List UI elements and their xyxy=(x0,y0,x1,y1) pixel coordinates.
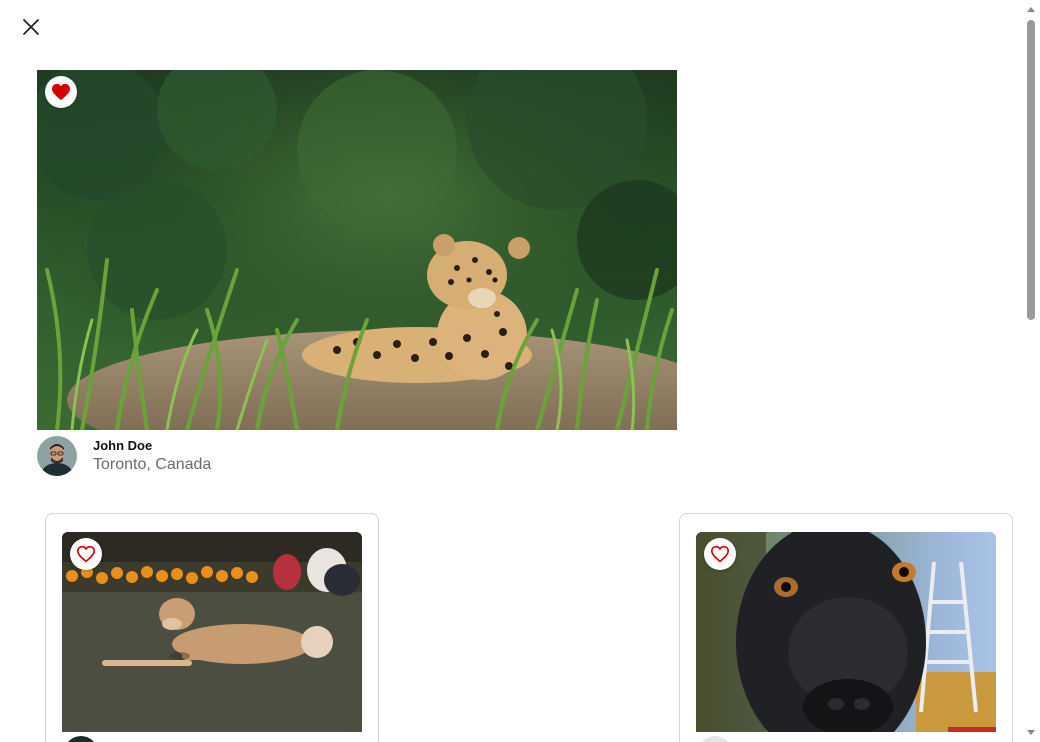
avatar[interactable] xyxy=(64,736,98,742)
card-photo[interactable] xyxy=(696,532,996,732)
main-photo[interactable] xyxy=(37,70,677,430)
avatar[interactable] xyxy=(37,436,77,476)
card-photo[interactable] xyxy=(62,532,362,732)
close-button[interactable] xyxy=(18,14,44,40)
author-info: John Doe Toronto, Canada xyxy=(37,435,211,477)
like-button[interactable] xyxy=(704,538,736,570)
avatar[interactable] xyxy=(698,736,732,742)
like-button[interactable] xyxy=(45,76,77,108)
vertical-scrollbar[interactable] xyxy=(1023,0,1040,742)
scroll-up-arrow-icon[interactable] xyxy=(1027,7,1035,12)
related-post-card[interactable] xyxy=(679,513,1013,742)
dog-photo xyxy=(62,532,362,732)
photo-modal: John Doe Toronto, Canada xyxy=(0,0,1040,742)
heart-outline-icon xyxy=(76,545,96,563)
dog-photo xyxy=(696,532,996,732)
scroll-thumb[interactable] xyxy=(1027,20,1035,320)
close-icon xyxy=(23,19,39,35)
avatar-image xyxy=(37,436,77,476)
author-name[interactable]: John Doe xyxy=(93,437,211,455)
author-location: Toronto, Canada xyxy=(93,456,212,473)
related-post-card[interactable] xyxy=(45,513,379,742)
jaguar-photo xyxy=(37,70,677,430)
like-button[interactable] xyxy=(70,538,102,570)
heart-outline-icon xyxy=(710,545,730,563)
scroll-down-arrow-icon[interactable] xyxy=(1027,730,1035,735)
heart-filled-icon xyxy=(52,83,70,101)
